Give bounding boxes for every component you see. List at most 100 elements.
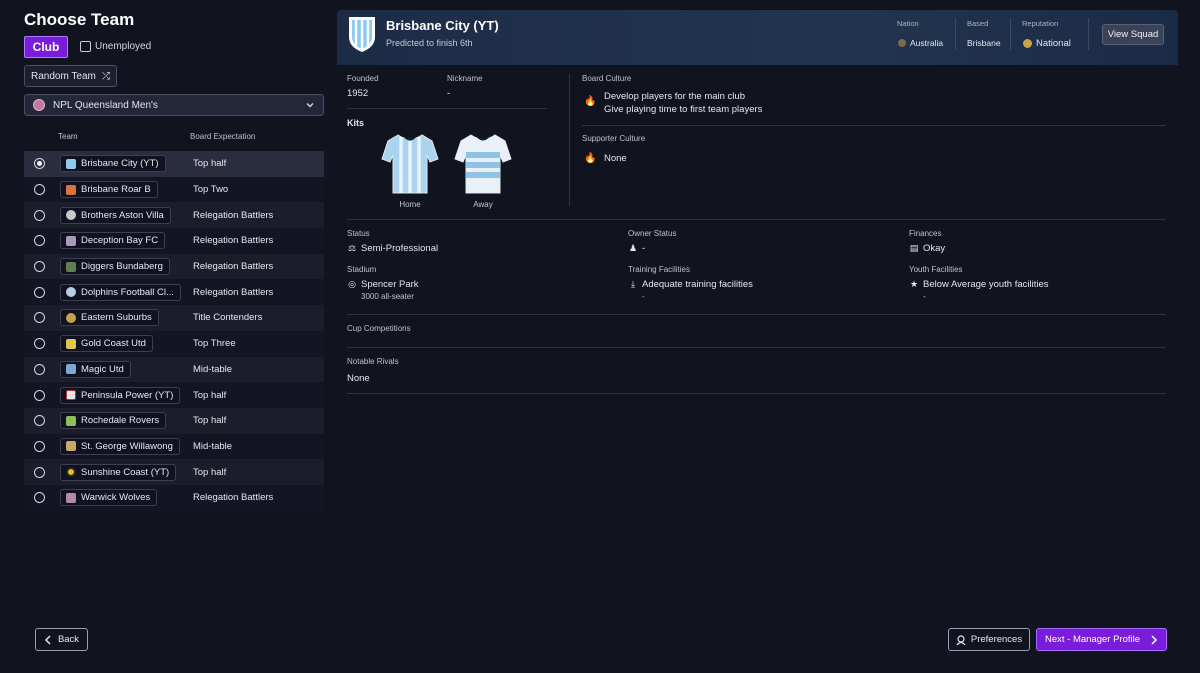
flame-icon: 🔥 xyxy=(584,96,597,107)
training-text: Adequate training facilities xyxy=(642,279,753,290)
team-crest-icon xyxy=(66,312,76,323)
founded-label: Founded xyxy=(347,74,379,83)
team-chip[interactable]: Sunshine Coast (YT) xyxy=(60,463,177,481)
founded-value: 1952 xyxy=(347,88,369,99)
team-radio[interactable] xyxy=(34,286,45,298)
team-chip[interactable]: Brothers Aston Villa xyxy=(60,206,171,224)
team-crest-icon xyxy=(66,287,76,298)
reputation-label: Reputation xyxy=(1022,19,1059,28)
youth-sub: - xyxy=(923,292,926,301)
nickname-value: - xyxy=(447,88,451,99)
table-row[interactable]: Sunshine Coast (YT) Top half xyxy=(24,459,324,485)
table-row[interactable]: Peninsula Power (YT) Top half xyxy=(24,382,324,408)
notable-rivals-label: Notable Rivals xyxy=(347,357,399,366)
board-expectation: Relegation Battlers xyxy=(193,235,274,247)
preferences-button[interactable]: Preferences xyxy=(948,628,1030,651)
club-prediction: Predicted to finish 6th xyxy=(386,38,473,48)
club-name: Brisbane City (YT) xyxy=(386,18,499,33)
team-table-header: Team Board Expectation xyxy=(24,132,324,144)
team-chip[interactable]: Brisbane City (YT) xyxy=(60,155,166,173)
team-chip[interactable]: Eastern Suburbs xyxy=(60,309,159,327)
board-expectation: Title Contenders xyxy=(193,312,263,324)
random-team-button[interactable]: Random Team ⤮ xyxy=(24,65,117,87)
stadium-label: Stadium xyxy=(347,265,377,274)
home-kit-icon[interactable] xyxy=(380,131,440,197)
team-radio[interactable] xyxy=(34,363,45,375)
team-name: Magic Utd xyxy=(81,363,124,375)
table-row[interactable]: Brothers Aston Villa Relegation Battlers xyxy=(24,202,324,229)
cup-competitions-label: Cup Competitions xyxy=(347,324,411,333)
youth-facilities-value: ★ Below Average youth facilities xyxy=(909,279,1049,290)
team-chip[interactable]: Magic Utd xyxy=(60,360,131,378)
team-chip[interactable]: Dolphins Football Cl... xyxy=(60,283,181,301)
team-chip[interactable]: Diggers Bundaberg xyxy=(60,258,170,276)
nation-text: Australia xyxy=(910,38,944,48)
kits-label: Kits xyxy=(347,118,365,128)
team-crest-icon xyxy=(66,235,76,246)
team-radio[interactable] xyxy=(34,261,45,273)
team-chip[interactable]: Peninsula Power (YT) xyxy=(60,386,181,404)
team-chip[interactable]: Brisbane Roar B xyxy=(60,181,158,199)
column-header-board-expectation[interactable]: Board Expectation xyxy=(190,132,255,141)
team-crest-icon xyxy=(66,415,76,426)
unemployed-label: Unemployed xyxy=(95,41,152,52)
based-label: Based xyxy=(967,19,989,28)
view-squad-button[interactable]: View Squad xyxy=(1102,24,1164,45)
table-row[interactable]: Magic Utd Mid-table xyxy=(24,356,324,383)
divider xyxy=(955,18,956,50)
board-expectation: Relegation Battlers xyxy=(193,286,274,298)
board-expectation: Top half xyxy=(193,158,227,170)
team-name: Gold Coast Utd xyxy=(81,338,146,350)
table-row[interactable]: Eastern Suburbs Title Contenders xyxy=(24,305,324,331)
table-row[interactable]: Brisbane City (YT) Top half xyxy=(24,151,324,177)
unemployed-checkbox[interactable]: Unemployed xyxy=(80,41,151,52)
divider xyxy=(347,108,547,109)
team-chip[interactable]: Gold Coast Utd xyxy=(60,335,153,353)
away-kit-icon[interactable] xyxy=(453,131,513,197)
team-crest-icon xyxy=(66,390,76,401)
finances-label: Finances xyxy=(909,229,942,238)
notable-rivals-value: None xyxy=(347,373,370,384)
team-chip[interactable]: Deception Bay FC xyxy=(60,232,166,250)
table-row[interactable]: Brisbane Roar B Top Two xyxy=(24,176,324,203)
nation-value: Australia xyxy=(898,38,943,48)
youth-text: Below Average youth facilities xyxy=(923,279,1049,290)
team-crest-icon xyxy=(66,261,76,272)
table-row[interactable]: Gold Coast Utd Top Three xyxy=(24,330,324,357)
team-radio[interactable] xyxy=(34,312,45,324)
next-manager-profile-button[interactable]: Next - Manager Profile xyxy=(1036,628,1167,651)
team-chip[interactable]: Warwick Wolves xyxy=(60,489,158,507)
team-crest-icon xyxy=(66,467,76,478)
team-crest-icon xyxy=(66,364,76,375)
person-icon: ♟ xyxy=(628,243,638,253)
team-radio[interactable] xyxy=(34,184,45,196)
checkbox-box[interactable] xyxy=(80,41,91,52)
training-facilities-value: ⤓ Adequate training facilities xyxy=(628,279,753,290)
team-radio[interactable] xyxy=(34,209,45,221)
team-radio[interactable] xyxy=(34,492,45,504)
team-radio[interactable] xyxy=(34,235,45,247)
team-radio[interactable] xyxy=(34,338,45,350)
table-row[interactable]: Deception Bay FC Relegation Battlers xyxy=(24,228,324,254)
next-label: Next - Manager Profile xyxy=(1044,634,1141,645)
team-chip[interactable]: Rochedale Rovers xyxy=(60,412,167,430)
back-button[interactable]: Back xyxy=(35,628,88,651)
team-radio[interactable] xyxy=(34,415,45,427)
league-select-value: NPL Queensland Men's xyxy=(53,99,158,111)
team-radio[interactable] xyxy=(34,466,45,478)
league-badge-icon xyxy=(33,99,45,111)
page-title: Choose Team xyxy=(24,10,135,29)
board-expectation: Top Two xyxy=(193,184,229,196)
team-chip[interactable]: St. George Willawong xyxy=(60,437,180,455)
table-row[interactable]: Warwick Wolves Relegation Battlers xyxy=(24,484,324,511)
table-row[interactable]: Diggers Bundaberg Relegation Battlers xyxy=(24,253,324,280)
team-radio[interactable] xyxy=(34,158,45,170)
table-row[interactable]: St. George Willawong Mid-table xyxy=(24,433,324,460)
team-radio[interactable] xyxy=(34,440,45,452)
league-select[interactable]: NPL Queensland Men's xyxy=(24,94,324,116)
club-toggle-button[interactable]: Club xyxy=(24,36,68,58)
table-row[interactable]: Dolphins Football Cl... Relegation Battle… xyxy=(24,279,324,306)
team-radio[interactable] xyxy=(34,389,45,401)
table-row[interactable]: Rochedale Rovers Top half xyxy=(24,407,324,434)
column-header-team[interactable]: Team xyxy=(58,132,78,141)
